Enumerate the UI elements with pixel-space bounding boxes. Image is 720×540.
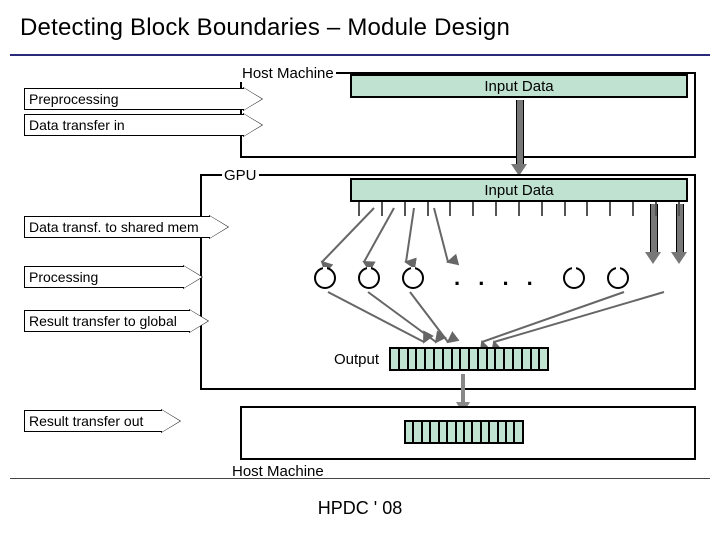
step-preprocessing: Preprocessing: [24, 88, 262, 110]
footer-text: HPDC ' 08: [0, 498, 720, 519]
processor-icon: [607, 267, 629, 289]
fanout-arrows: [314, 206, 694, 270]
slide-title: Detecting Block Boundaries – Module Desi…: [20, 14, 510, 42]
footer-rule: [10, 478, 710, 479]
processor-icon: [563, 267, 585, 289]
slide: Detecting Block Boundaries – Module Desi…: [0, 0, 720, 540]
gpu-label: GPU: [222, 168, 259, 184]
input-data-gpu-bar: Input Data: [350, 178, 688, 202]
output-label: Output: [334, 351, 379, 368]
title-rule: [10, 54, 710, 56]
diagram: Host Machine Input Data GPU Input Data: [24, 70, 696, 470]
processor-icon: [314, 267, 336, 289]
host-machine-top-label: Host Machine: [240, 66, 336, 82]
arrow-host-to-gpu: [512, 100, 526, 176]
processor-icon: [402, 267, 424, 289]
output-barcode: [389, 347, 549, 371]
host-result-barcode: [404, 420, 524, 444]
step-result-transfer-global: Result transfer to global: [24, 310, 208, 332]
processor-icon: [358, 267, 380, 289]
step-processing: Processing: [24, 266, 202, 288]
step-data-transfer-in: Data transfer in: [24, 114, 262, 136]
step-data-transfer-shared-mem: Data transf. to shared mem: [24, 216, 228, 238]
output-block: Output: [334, 346, 594, 372]
processors-row: . . . .: [314, 266, 694, 290]
step-result-transfer-out: Result transfer out: [24, 410, 180, 432]
converge-arrows: [324, 288, 684, 348]
input-data-host-bar: Input Data: [350, 74, 688, 98]
